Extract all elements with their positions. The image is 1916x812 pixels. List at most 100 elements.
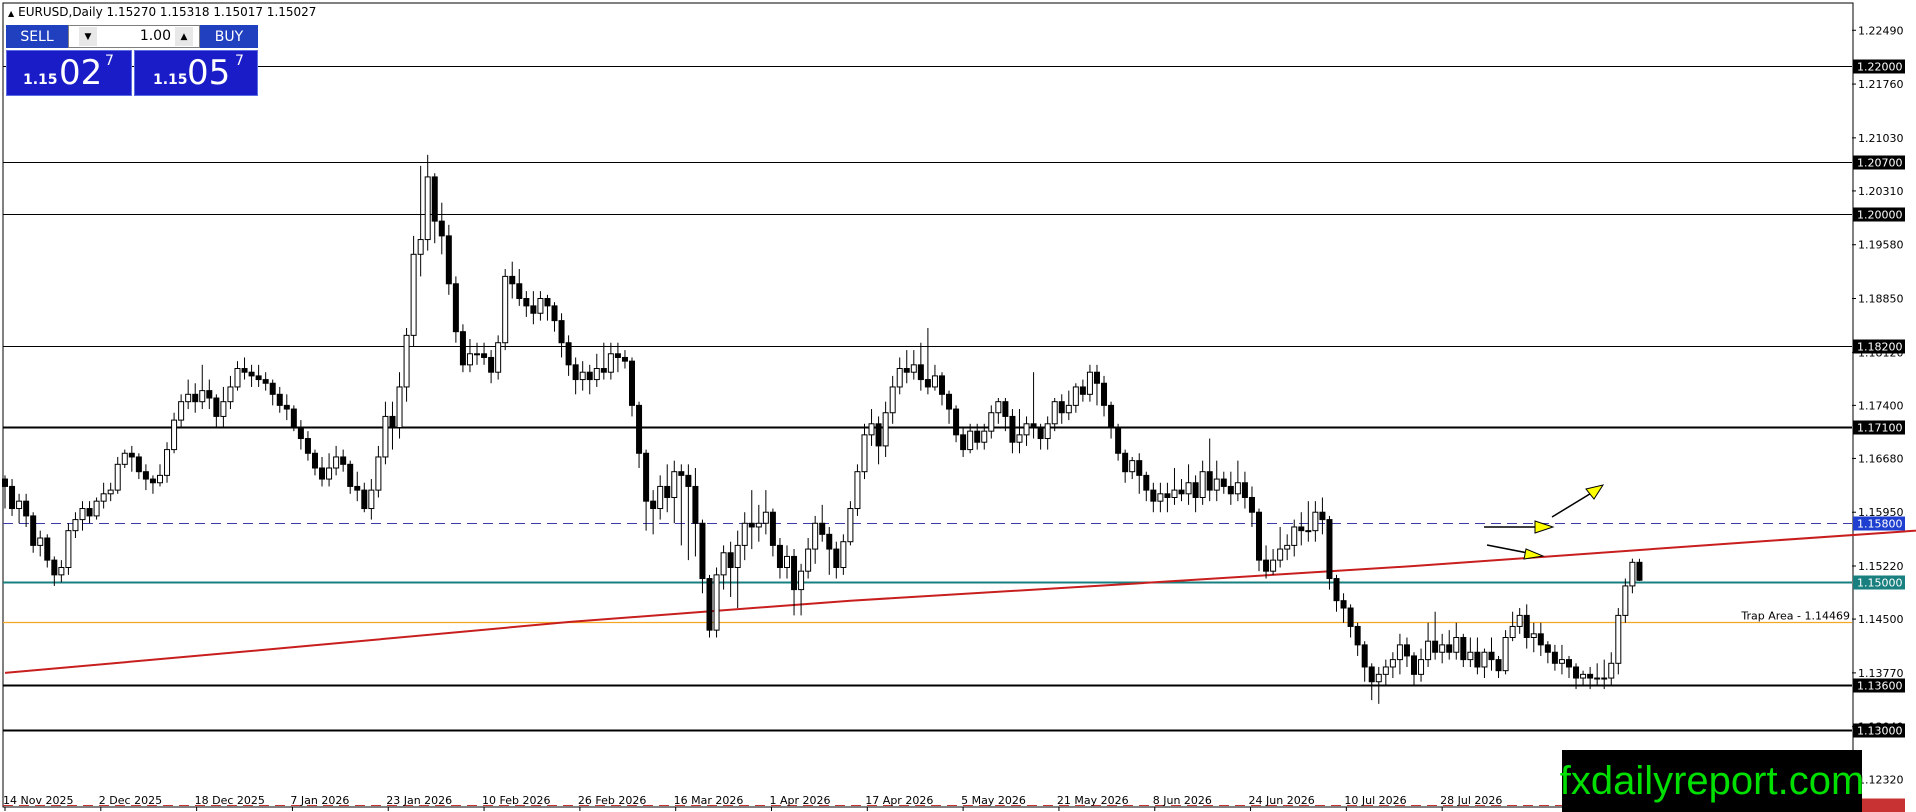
candle xyxy=(903,350,910,384)
candle xyxy=(149,475,156,494)
buy-price-prefix: 1.15 xyxy=(153,72,188,88)
candle xyxy=(1277,526,1284,568)
candle-body xyxy=(1136,460,1143,476)
buy-button[interactable]: BUY xyxy=(200,25,258,48)
level-tag-label: 1.18200 xyxy=(1857,341,1903,354)
candle-body xyxy=(600,368,607,373)
chart-header: ▲ EURUSD,Daily 1.15270 1.15318 1.15017 1.… xyxy=(8,5,316,19)
sell-button[interactable]: SELL xyxy=(6,25,68,48)
candle-body xyxy=(685,474,692,487)
candle-body xyxy=(607,353,614,373)
x-tick-label: 2 Dec 2025 xyxy=(99,794,162,807)
candle-body xyxy=(1389,659,1396,668)
candle-body xyxy=(438,220,445,237)
candle-body xyxy=(1361,644,1368,668)
volume-input[interactable]: 1.00 xyxy=(101,28,171,44)
candle-body xyxy=(1284,544,1291,550)
candle xyxy=(678,464,685,546)
candle-body xyxy=(107,489,114,495)
candle-body xyxy=(509,275,516,285)
candle-body xyxy=(805,548,812,572)
candle xyxy=(946,390,953,424)
candle xyxy=(960,427,967,457)
candle xyxy=(1284,534,1291,561)
candle-body xyxy=(269,382,276,395)
candle xyxy=(1079,379,1086,402)
candle xyxy=(1608,652,1615,686)
candle-body xyxy=(396,386,403,428)
candle xyxy=(44,534,51,568)
candle xyxy=(466,339,473,373)
candle xyxy=(171,412,178,454)
y-tick-label: 1.12320 xyxy=(1858,774,1904,787)
candle xyxy=(776,538,783,579)
candle-body xyxy=(741,522,748,546)
candle-body xyxy=(304,438,311,454)
candle xyxy=(1002,397,1009,432)
collapse-triangle-icon[interactable]: ▲ xyxy=(8,9,14,18)
arrow-head xyxy=(1585,484,1605,500)
candle xyxy=(614,342,621,373)
candle xyxy=(805,538,812,579)
candle xyxy=(1453,622,1460,660)
candle-body xyxy=(636,404,643,454)
candle-body xyxy=(1270,559,1277,572)
candle xyxy=(178,394,185,428)
candle xyxy=(1009,409,1016,454)
arrow-head xyxy=(1534,520,1555,534)
candle xyxy=(1537,622,1544,656)
candle xyxy=(509,261,516,299)
candle-body xyxy=(769,511,776,546)
candle-body xyxy=(664,485,671,498)
candle xyxy=(1270,549,1277,575)
volume-decrease-icon[interactable]: ▼ xyxy=(79,27,97,46)
annotation-arrows xyxy=(1484,484,1605,560)
candle xyxy=(1241,471,1248,509)
candle xyxy=(1164,482,1171,513)
sell-price-box[interactable]: 1.15 02 7 xyxy=(6,50,132,96)
candle-body xyxy=(1594,677,1601,680)
candle-body xyxy=(523,298,530,307)
candle xyxy=(333,445,340,476)
candle-body xyxy=(149,478,156,484)
candle xyxy=(311,449,318,476)
level-tag-label: 1.13600 xyxy=(1857,680,1903,693)
x-axis: 14 Nov 2025 2 Dec 2025 18 Dec 2025 7 Jan 20… xyxy=(3,794,1502,811)
candle-body xyxy=(1558,659,1565,664)
y-tick-label: 1.20310 xyxy=(1858,185,1904,198)
candle-body xyxy=(1368,666,1375,683)
candle-body xyxy=(1312,511,1319,532)
candle-body xyxy=(1565,659,1572,668)
candle xyxy=(1122,449,1129,483)
candle xyxy=(1093,364,1100,406)
candle-body xyxy=(1220,478,1227,487)
candle-body xyxy=(1326,519,1333,580)
candle xyxy=(23,493,30,527)
candle xyxy=(692,468,699,557)
candle xyxy=(192,383,199,413)
candle xyxy=(1523,604,1530,649)
candle xyxy=(319,456,326,487)
candle xyxy=(1129,456,1136,480)
candle xyxy=(1368,663,1375,701)
level-tag-label: 1.13000 xyxy=(1857,725,1903,738)
buy-price-box[interactable]: 1.15 05 7 xyxy=(134,50,258,96)
candle-body xyxy=(1516,614,1523,627)
candle-body xyxy=(1171,489,1178,498)
candle-body xyxy=(516,283,523,300)
candle xyxy=(530,291,537,325)
volume-increase-icon[interactable]: ▲ xyxy=(175,27,193,46)
candle xyxy=(340,449,347,472)
candle xyxy=(1016,409,1023,454)
candle xyxy=(1305,501,1312,542)
y-tick-label: 1.16680 xyxy=(1858,452,1904,465)
x-tick-label: 17 Apr 2026 xyxy=(865,794,933,807)
candle-body xyxy=(629,360,636,406)
candle-body xyxy=(1234,482,1241,495)
candle-body xyxy=(37,537,44,546)
candle xyxy=(1565,655,1572,679)
candle-body xyxy=(1432,640,1439,653)
candle-body xyxy=(776,544,783,568)
candle-body xyxy=(1425,640,1432,661)
candle-body xyxy=(1065,404,1072,414)
